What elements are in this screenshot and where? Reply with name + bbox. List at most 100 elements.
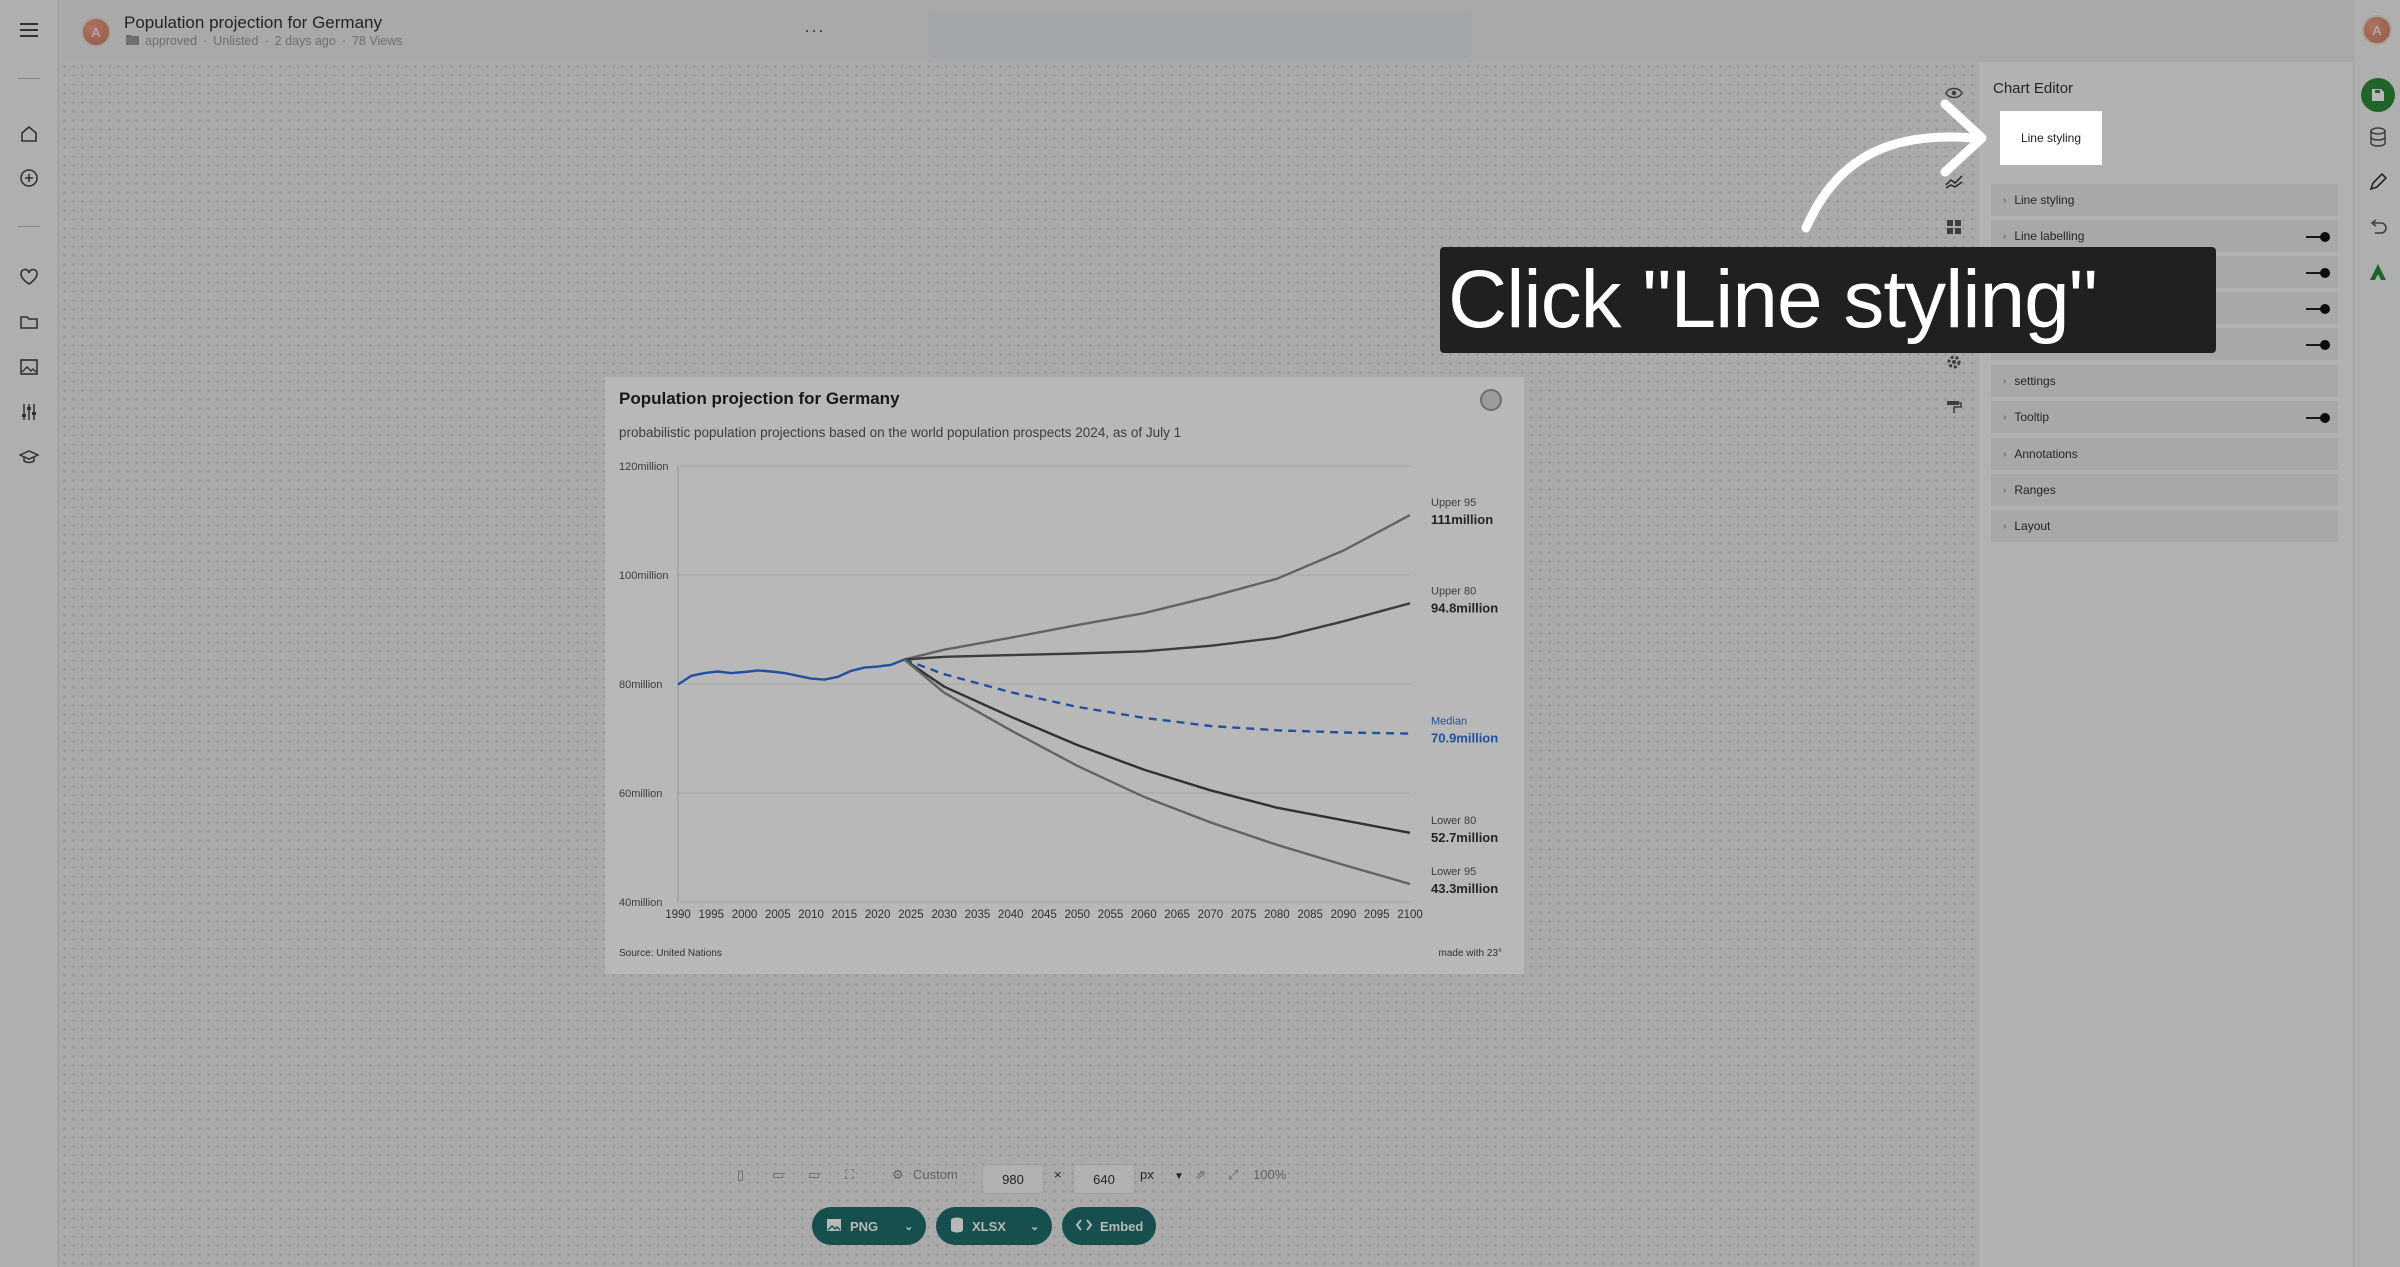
editor-section-label: Line labelling [2014,229,2085,243]
x-tick-label: 1990 [665,909,691,921]
x-tick-label: 2095 [1364,909,1390,921]
series-end-value: 70.9million [1431,731,1498,746]
chart-title[interactable]: Population projection for Germany [619,389,900,409]
export-xlsx-button[interactable]: XLSX ⌄ [936,1207,1052,1245]
series-end-value: 94.8million [1431,600,1498,615]
x-tick-label: 2005 [765,909,791,921]
editor-section[interactable]: › Tooltip [1991,401,2338,435]
preset-gear-icon[interactable]: ⚙ [892,1167,904,1183]
editor-section-label: Layout [2014,519,2051,533]
x-tick-label: 2085 [1297,909,1323,921]
section-toggle[interactable] [2306,304,2330,314]
chart-card[interactable]: 120million 100million 80million 60million 40… [605,377,1524,974]
editor-section[interactable]: › Layout [1991,510,2338,544]
undo-icon[interactable] [2366,215,2390,239]
section-toggle[interactable] [2306,413,2330,423]
x-tick-label: 2060 [1131,909,1157,921]
chart-editor-panel: Chart Editor › Line styling › Line labellin… [1979,62,2353,1267]
chart-subtitle[interactable]: probabilistic population projections bas… [619,425,1181,440]
image-icon[interactable] [17,355,41,379]
section-toggle[interactable] [2306,268,2330,278]
mobile-preview-icon[interactable]: ▯ [737,1167,744,1183]
chevron-down-icon[interactable]: ▼ [1174,1171,1184,1182]
chevron-right-icon: › [2003,411,2007,423]
gear-icon[interactable] [1943,351,1965,373]
editor-section-label: Ranges [2014,483,2056,497]
preset-label[interactable]: Custom [913,1167,958,1182]
series-line [903,658,1411,886]
made-with-credit: made with 23° [1438,948,1502,959]
save-icon[interactable] [2361,78,2395,112]
section-toggle[interactable] [2306,340,2330,350]
x-tick-label: 2035 [965,909,991,921]
pencil-icon[interactable] [2366,170,2390,194]
right-tool-rail: A [2353,0,2400,1267]
x-tick-label: 2075 [1231,909,1257,921]
editor-section-label: Tooltip [2014,410,2050,424]
document-header: A Population projection for Germany appr… [60,0,2400,62]
author-avatar[interactable]: A [81,17,111,47]
editor-section-label: Line styling [2014,193,2075,207]
series-line [903,658,1411,834]
link-icon[interactable]: ⇗ [1195,1167,1206,1183]
chevron-down-icon[interactable]: ⌄ [904,1220,913,1233]
visibility-text[interactable]: Unlisted [213,34,258,48]
line-chart: 120million 100million 80million 60million 40… [619,461,1498,921]
editor-section[interactable]: › settings [1991,365,2338,399]
y-tick-label: 40million [619,897,662,909]
zoom-level[interactable]: 100% [1253,1167,1286,1182]
fullscreen-icon[interactable]: ⛶ [845,1167,854,1183]
heart-icon[interactable] [17,265,41,289]
chevron-right-icon: › [2003,194,2007,206]
series-line [904,602,1411,661]
x-tick-label: 2000 [732,909,758,921]
home-icon[interactable] [17,122,41,146]
eye-icon[interactable] [1943,82,1965,104]
laptop-preview-icon[interactable]: ▭ [808,1167,820,1183]
more-options-icon[interactable]: ··· [804,20,825,41]
user-avatar[interactable]: A [2362,15,2392,45]
chevron-down-icon[interactable]: ⌄ [1030,1220,1039,1233]
unit-select[interactable]: px [1140,1167,1154,1182]
series-line [903,658,1411,735]
height-input[interactable]: 640 [1073,1164,1135,1194]
database-icon[interactable] [2366,125,2390,149]
paint-roller-icon[interactable] [1943,396,1965,418]
series-end-label: Lower 80 [1431,815,1476,827]
export-png-button[interactable]: PNG ⌄ [812,1207,926,1245]
section-toggle[interactable] [2306,232,2330,242]
tablet-preview-icon[interactable]: ▭ [772,1167,784,1183]
sliders-icon[interactable] [17,400,41,424]
brand-logo-icon[interactable] [2366,260,2390,284]
hamburger-menu-icon[interactable] [17,18,41,42]
add-circle-icon[interactable] [17,166,41,190]
chart-logo-icon [1480,389,1502,411]
chevron-right-icon: › [2003,448,2007,460]
editor-section[interactable]: › Ranges [1991,474,2338,508]
editor-section[interactable]: › Annotations [1991,438,2338,472]
x-tick-label: 2065 [1164,909,1190,921]
chart-source[interactable]: Source: United Nations [619,948,722,959]
updated-text: 2 days ago [274,34,336,48]
x-tick-label: 2090 [1331,909,1357,921]
status-text[interactable]: approved [145,34,197,48]
series-end-label: Upper 95 [1431,497,1476,509]
width-input[interactable]: 980 [982,1164,1044,1194]
image-icon [826,1218,842,1235]
x-tick-label: 2100 [1397,909,1423,921]
y-tick-label: 80million [619,679,662,691]
editor-section[interactable]: › Line styling [1991,184,2338,218]
x-tick-label: 2080 [1264,909,1290,921]
x-tick-label: 2050 [1064,909,1090,921]
graduation-cap-icon[interactable] [17,445,41,469]
x-tick-label: 2040 [998,909,1024,921]
embed-button[interactable]: Embed [1062,1207,1156,1245]
line-chart-type-icon[interactable] [1943,171,1965,193]
zoom-icon[interactable]: ⤢ [1228,1167,1238,1183]
document-title[interactable]: Population projection for Germany [124,13,382,33]
line-styling-target[interactable]: Line styling [2000,111,2102,165]
rail-divider [18,78,40,79]
table-icon[interactable] [1943,216,1965,238]
y-tick-label: 120million [619,461,669,473]
folder-icon[interactable] [17,310,41,334]
